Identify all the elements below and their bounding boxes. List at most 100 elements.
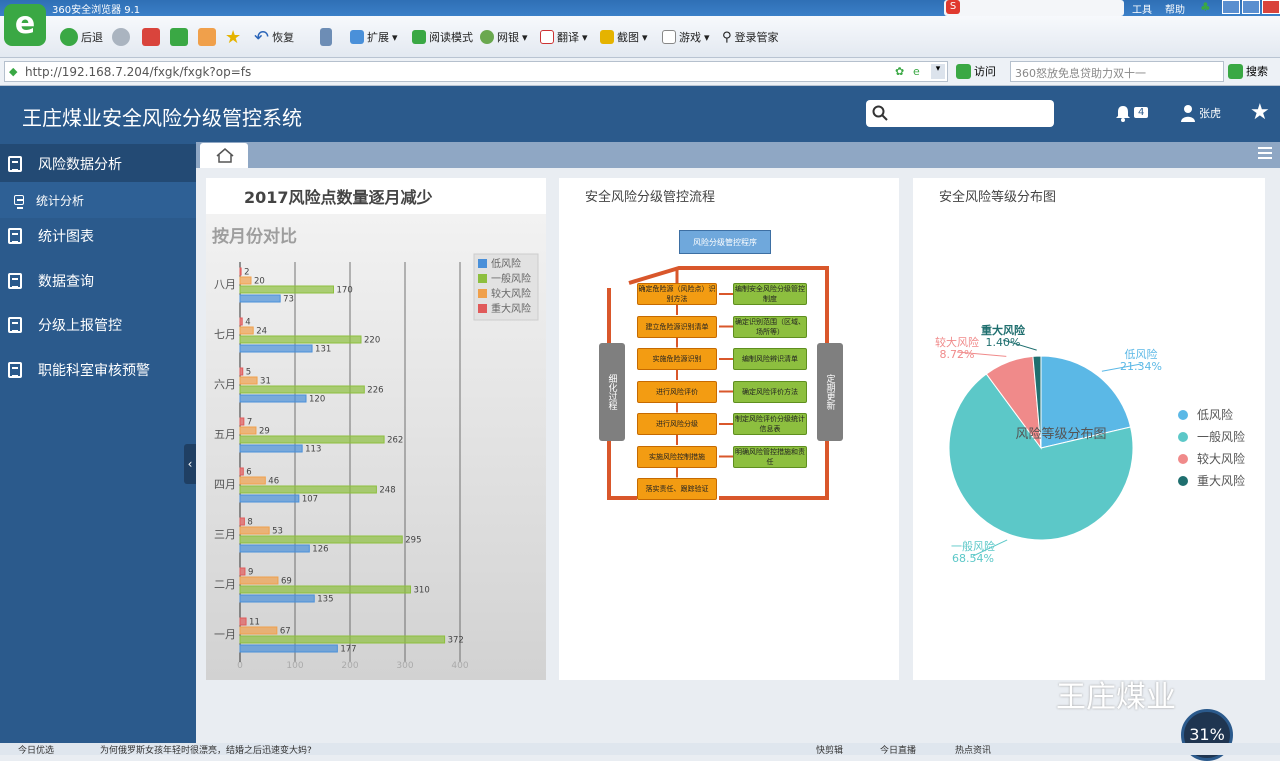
sidebar-item-label: 分级上报管控: [38, 318, 122, 334]
legend-swatch: [478, 259, 487, 268]
legend-label: 低风险: [491, 257, 521, 270]
favorite-star-icon[interactable]: ★: [1250, 100, 1270, 125]
stop-button[interactable]: [142, 26, 160, 48]
refresh-icon: [170, 28, 188, 46]
sidebar-item-charts[interactable]: 统计图表: [0, 216, 196, 256]
home-button[interactable]: [198, 26, 216, 48]
bar: [239, 344, 313, 353]
bar: [239, 394, 307, 403]
back-button[interactable]: 后退: [60, 26, 103, 48]
legend-label: 低风险: [1197, 407, 1233, 422]
notifications-button[interactable]: 4: [1114, 104, 1149, 125]
bar: [239, 426, 257, 435]
games-button[interactable]: 游戏 ▾: [662, 26, 710, 48]
web-search-button[interactable]: 搜索: [1228, 63, 1268, 79]
undo-icon: ↶: [254, 26, 270, 48]
dropdown-chevron-icon[interactable]: ▾: [931, 64, 945, 79]
input-method-bar[interactable]: S: [944, 0, 1124, 16]
compat-icon[interactable]: ✿: [895, 65, 904, 78]
bar-value-label: 46: [268, 477, 279, 487]
reading-mode-button[interactable]: 阅读模式: [412, 26, 473, 48]
bar: [239, 535, 403, 544]
bar-value-label: 295: [405, 536, 421, 546]
search-placeholder: 360怒放免息贷助力双十一: [1015, 67, 1146, 80]
status-clip[interactable]: 快剪辑: [816, 743, 843, 756]
legend-label: 较大风险: [491, 287, 531, 300]
pie-value-label: 68.54%: [952, 552, 994, 565]
status-news[interactable]: 为何俄罗斯女孩年轻时很漂亮，结婚之后迅速变大妈?: [100, 743, 312, 756]
refresh-button[interactable]: [170, 26, 188, 48]
help-menu[interactable]: 帮助: [1165, 1, 1185, 16]
extend-button[interactable]: 扩展 ▾: [350, 26, 398, 48]
tools-menu[interactable]: 工具: [1132, 1, 1152, 16]
chevron-down-icon: ▾: [392, 30, 398, 44]
bell-icon: [1116, 106, 1130, 122]
flow-note: 编制安全风险分级管控制度: [733, 283, 807, 305]
bar-value-label: 113: [305, 445, 321, 455]
bar-value-label: 135: [317, 595, 333, 605]
minimize-button[interactable]: [1222, 0, 1240, 14]
login-label: 登录管家: [734, 31, 779, 44]
main-content: 2017风险点数量逐月减少 按月份对比 0 100 200 300 400 八月 2 20 17…: [196, 168, 1280, 761]
tab-home[interactable]: [200, 143, 248, 168]
legend-swatch: [1178, 454, 1188, 464]
close-button[interactable]: [1262, 0, 1280, 14]
favorites-button[interactable]: ★: [225, 26, 241, 48]
bar-value-label: 177: [340, 645, 356, 655]
hamburger-menu-icon[interactable]: [1258, 147, 1272, 159]
bar: [239, 267, 242, 276]
ie-icon[interactable]: e: [913, 65, 920, 78]
collapse-sidebar-chevron-icon[interactable]: ‹: [184, 444, 196, 484]
sidebar-item-label: 风险数据分析: [38, 157, 122, 173]
flow-head: 风险分级管控程序: [679, 230, 771, 254]
user-menu[interactable]: 张虎: [1180, 104, 1221, 122]
x-tick-label: 100: [286, 661, 303, 671]
translate-icon: [540, 30, 554, 44]
list-icon: [8, 228, 22, 244]
phone-button[interactable]: [320, 26, 332, 48]
screenshot-button[interactable]: 截图 ▾: [600, 26, 648, 48]
forward-button[interactable]: [112, 26, 130, 48]
address-url: http://192.168.7.204/fxgk/fxgk?op=fs: [25, 65, 252, 79]
sidebar-item-report[interactable]: 分级上报管控: [0, 305, 196, 345]
app-search-input[interactable]: [866, 100, 1054, 127]
bar: [239, 335, 362, 344]
search-label: 搜索: [1246, 65, 1268, 78]
restore-button[interactable]: ↶ 恢复: [254, 26, 294, 48]
flow-left-bar: 细化过程: [599, 343, 625, 441]
x-tick-label: 300: [396, 661, 413, 671]
search-field[interactable]: 360怒放免息贷助力双十一: [1010, 61, 1224, 82]
bar-value-label: 170: [337, 286, 353, 296]
legend-swatch: [478, 289, 487, 298]
login-button[interactable]: ⚲ 登录管家: [722, 26, 779, 48]
panel-flow: 安全风险分级管控流程 风险分级管控程序 细化过程 定期更新 确定危险源（风险点）…: [559, 178, 899, 680]
bar: [239, 317, 243, 326]
bar-value-label: 9: [248, 568, 253, 578]
maximize-button[interactable]: [1242, 0, 1260, 14]
sidebar-item-audit[interactable]: 职能科室审核预警: [0, 350, 196, 390]
status-hot[interactable]: 热点资讯: [955, 743, 991, 756]
pie-value-label: 1.40%: [986, 336, 1021, 349]
list-icon: [8, 273, 22, 289]
flow-note: 明确风险管控措施和责任: [733, 445, 807, 468]
sidebar-item-query[interactable]: 数据查询: [0, 261, 196, 301]
games-label: 游戏: [679, 31, 701, 44]
address-field[interactable]: ◆ http://192.168.7.204/fxgk/fxgk?op=fs ✿…: [4, 61, 948, 82]
legend-label: 一般风险: [491, 272, 531, 285]
y-category-label: 五月: [214, 428, 236, 441]
home-icon: [216, 148, 234, 163]
app-header: 王庄煤业安全风险分级管控系统 4 张虎 ★: [0, 86, 1280, 142]
bar-chart: 0 100 200 300 400八月22017073七月424220131六月5312…: [214, 253, 539, 671]
sidebar-subitem-stats[interactable]: 统计分析: [0, 182, 196, 218]
book-icon: [412, 30, 426, 44]
bank-button[interactable]: 网银 ▾: [480, 26, 528, 48]
status-live[interactable]: 今日直播: [880, 743, 916, 756]
status-left[interactable]: 今日优选: [18, 743, 54, 756]
sidebar-item-risk-analysis[interactable]: 风险数据分析: [0, 144, 196, 184]
shield-icon: ◆: [9, 65, 18, 78]
user-name: 张虎: [1199, 107, 1221, 120]
shirt-icon[interactable]: ♣: [1200, 0, 1216, 14]
chevron-down-icon: ▾: [642, 30, 648, 44]
go-button[interactable]: 访问: [956, 63, 996, 79]
translate-button[interactable]: 翻译 ▾: [540, 26, 588, 48]
